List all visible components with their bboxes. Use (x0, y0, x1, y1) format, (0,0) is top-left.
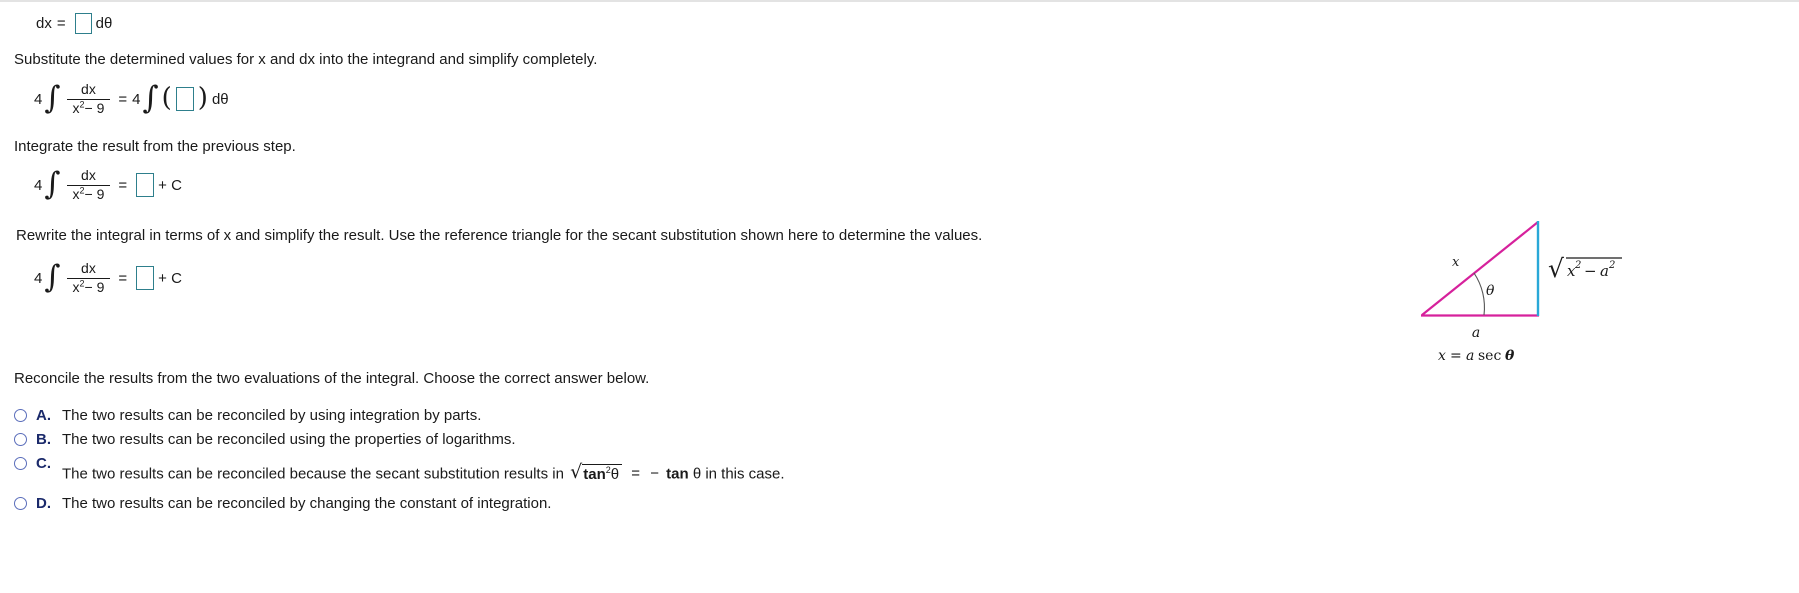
integral-icon: ∫ (44, 165, 61, 202)
option-d[interactable]: D. The two results can be reconciled by … (0, 495, 1000, 512)
caption-x: x (1438, 348, 1446, 360)
dx-answer-input[interactable] (74, 13, 92, 34)
theta-label: θ (610, 466, 620, 483)
dx-label: dx (36, 15, 52, 32)
right-paren: ) (197, 83, 208, 114)
denominator-base: x (72, 99, 80, 116)
substitute-equation: 4 ∫ dx x2− 9 = 4 ∫ ( ) dθ (34, 79, 229, 117)
answer-options: A. The two results can be reconciled by … (0, 407, 1000, 519)
fraction-numerator: dx (81, 167, 96, 183)
substitute-prompt: Substitute the determined values for x a… (14, 51, 598, 68)
option-text: The two results can be reconciled by usi… (62, 407, 482, 424)
option-letter: C. (36, 455, 51, 472)
rhs-coefficient-4: 4 (132, 90, 141, 108)
fraction-numerator: dx (81, 81, 96, 97)
option-letter: D. (36, 494, 51, 512)
rewrite-equation: 4 ∫ dx x2− 9 = + C (34, 258, 182, 296)
radio-icon[interactable] (14, 433, 27, 446)
problem-page: dx = dθ Substitute the determined values… (0, 0, 1799, 593)
theta-label: θ (692, 465, 702, 483)
integral-icon: ∫ (44, 79, 61, 116)
equals-sign: = (631, 465, 641, 483)
plus-constant: + C (158, 269, 182, 287)
hypotenuse-label: x (1452, 255, 1460, 270)
radicand-x-exponent: 2 (1574, 260, 1581, 271)
integral-icon: ∫ (44, 258, 61, 295)
fraction: dx x2− 9 (66, 167, 111, 203)
reference-triangle-figure: x θ √ x 2 − a 2 a x = a sec θ (1390, 210, 1790, 360)
radicand-a: a (1600, 262, 1609, 280)
radical-icon: √ (570, 461, 583, 483)
rewrite-answer-input[interactable] (136, 266, 155, 291)
caption-theta: θ (1505, 348, 1515, 360)
rewrite-prompt: Rewrite the integral in terms of x and s… (16, 227, 983, 244)
option-c-text-before: The two results can be reconciled becaus… (62, 465, 564, 483)
radicand-a-exponent: 2 (1608, 260, 1615, 271)
radio-icon[interactable] (14, 496, 27, 510)
equals-sign: = (118, 176, 128, 194)
radical-contents: tan2θ (582, 464, 623, 485)
fraction-numerator: dx (81, 260, 96, 276)
denominator-base: x (72, 185, 80, 202)
option-c-text-after: in this case. (705, 465, 785, 483)
integral-answer-input[interactable] (136, 173, 155, 198)
tan-label: tan (583, 466, 606, 483)
integrate-equation: 4 ∫ dx x2− 9 = + C (34, 165, 182, 203)
plus-constant: + C (158, 176, 182, 194)
option-letter: B. (36, 431, 51, 448)
sqrt-tan-squared-theta: √ tan2θ (570, 461, 623, 485)
coefficient-4: 4 (34, 176, 43, 194)
opposite-side-label: √ x 2 − a 2 (1548, 254, 1622, 283)
denominator-base: x (72, 278, 80, 295)
fraction-denominator: x2− 9 (66, 184, 111, 203)
option-text: The two results can be reconciled by cha… (62, 494, 552, 512)
denominator-tail: − 9 (84, 99, 105, 116)
caption-a: a (1466, 348, 1474, 360)
radical-icon: √ (1548, 254, 1564, 283)
dtheta-label: dθ (211, 90, 229, 108)
denominator-tail: − 9 (84, 185, 105, 202)
fraction-denominator: x2− 9 (66, 98, 111, 117)
equals-sign: = (56, 15, 66, 32)
dx-equation: dx = dθ (36, 13, 112, 34)
fraction-denominator: x2− 9 (66, 277, 111, 296)
reconcile-prompt: Reconcile the results from the two evalu… (14, 370, 650, 387)
coefficient-4: 4 (34, 269, 43, 287)
option-b[interactable]: B. The two results can be reconciled usi… (0, 431, 1000, 448)
equals-sign: = (118, 90, 128, 108)
tan-label: tan (666, 465, 689, 483)
equals-sign: = (118, 269, 128, 287)
option-text: The two results can be reconciled using … (62, 431, 516, 448)
integral-icon: ∫ (142, 79, 159, 116)
angle-label: θ (1486, 283, 1495, 299)
option-c[interactable]: C. The two results can be reconciled bec… (0, 455, 1000, 485)
dtheta-label: dθ (95, 15, 113, 32)
caption-equals: = (1450, 348, 1462, 360)
fraction: dx x2− 9 (66, 260, 111, 296)
fraction: dx x2− 9 (66, 81, 111, 117)
coefficient-4: 4 (34, 90, 43, 108)
option-text: The two results can be reconciled becaus… (62, 461, 785, 485)
integrand-answer-input[interactable] (175, 87, 194, 112)
denominator-tail: − 9 (84, 278, 105, 295)
angle-arc (1473, 272, 1485, 316)
option-a[interactable]: A. The two results can be reconciled by … (0, 407, 1000, 424)
left-paren: ( (161, 83, 172, 114)
caption-sec: sec (1478, 348, 1501, 360)
adjacent-label: a (1472, 325, 1480, 341)
integrate-prompt: Integrate the result from the previous s… (14, 138, 296, 155)
radio-icon[interactable] (14, 409, 27, 422)
radio-icon[interactable] (14, 457, 27, 470)
radicand-minus: − (1584, 262, 1597, 280)
figure-caption: x = a sec θ (1438, 348, 1515, 360)
hypotenuse-line (1421, 221, 1539, 316)
triangle-svg: x θ √ x 2 − a 2 a x = a sec θ (1421, 221, 1622, 360)
option-letter: A. (36, 407, 51, 424)
minus-sign: − (650, 465, 659, 483)
